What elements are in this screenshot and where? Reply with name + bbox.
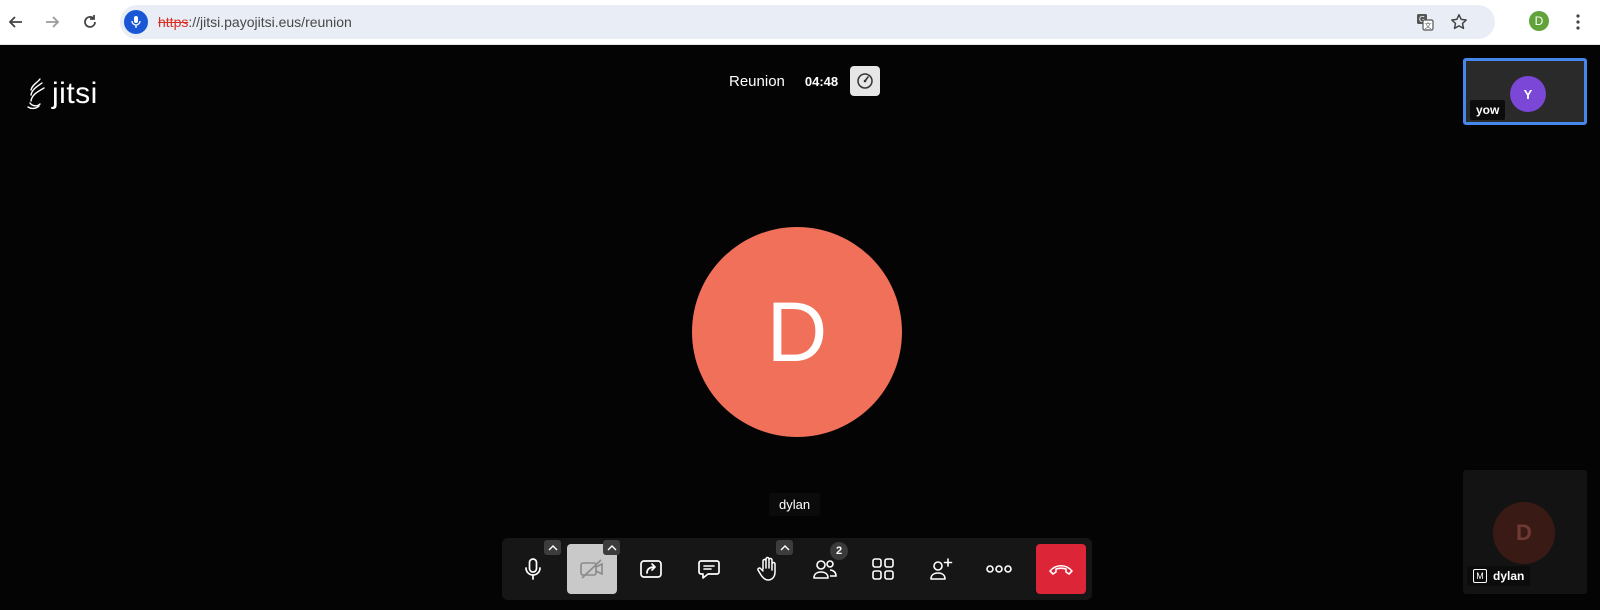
moderator-icon: M [1473,569,1487,583]
local-participant-thumbnail[interactable]: D M dylan [1463,470,1587,594]
meeting-stage: jitsi Reunion 04:48 D dylan 2 Y yow D M … [0,45,1600,610]
back-icon[interactable] [2,8,30,36]
forward-icon[interactable] [38,8,66,36]
conference-info-bar: Reunion 04:48 [713,65,881,97]
chat-button[interactable] [684,544,734,594]
main-participant-name: dylan [769,493,821,516]
main-participant-avatar: D [692,227,902,437]
remote-participant-avatar: Y [1510,76,1546,112]
more-options-icon [986,565,1012,573]
connection-speed-icon[interactable] [850,66,881,96]
tile-view-button[interactable] [858,544,908,594]
jitsi-logo[interactable]: jitsi [24,76,98,112]
local-participant-name: dylan [1493,569,1525,583]
share-screen-icon [640,560,662,578]
chat-icon [698,560,720,579]
meeting-toolbar: 2 [502,538,1092,600]
url-scheme: https [158,14,189,30]
reactions-options-caret[interactable] [776,540,793,555]
mic-permission-icon[interactable] [124,10,148,34]
browser-toolbar: https://jitsi.payojitsi.eus/reunion G文 D [0,0,1600,45]
translate-icon[interactable]: G文 [1414,11,1436,33]
address-bar[interactable]: https://jitsi.payojitsi.eus/reunion G文 [120,5,1495,39]
invite-button[interactable] [916,544,966,594]
share-screen-button[interactable] [626,544,676,594]
jitsi-logo-icon [27,78,45,110]
leave-meeting-button[interactable] [1036,544,1086,594]
video-options-caret[interactable] [603,540,620,555]
local-participant-label: M dylan [1467,566,1531,586]
reload-icon[interactable] [76,8,104,36]
hangup-icon [1049,564,1073,575]
profile-avatar[interactable]: D [1529,11,1549,31]
local-participant-avatar: D [1493,502,1555,564]
audio-options-caret[interactable] [544,540,561,555]
raise-hand-icon [757,556,776,581]
tile-view-icon [872,558,894,580]
camera-off-icon [580,559,603,579]
invite-icon [930,558,953,580]
url-path: ://jitsi.payojitsi.eus/reunion [188,14,352,30]
remote-participant-name: yow [1470,100,1506,120]
microphone-icon [525,558,541,580]
jitsi-logo-text: jitsi [52,77,98,110]
meeting-name: Reunion [729,72,785,90]
meeting-timer: 04:48 [804,73,839,89]
url-text[interactable]: https://jitsi.payojitsi.eus/reunion [158,14,352,30]
svg-text:文: 文 [1425,21,1432,30]
participants-count-badge: 2 [830,542,848,560]
star-icon[interactable] [1448,11,1470,33]
more-options-button[interactable] [974,544,1024,594]
menu-icon[interactable] [1570,10,1586,34]
remote-participant-thumbnail[interactable]: Y yow [1463,58,1587,125]
participants-icon [813,560,837,579]
